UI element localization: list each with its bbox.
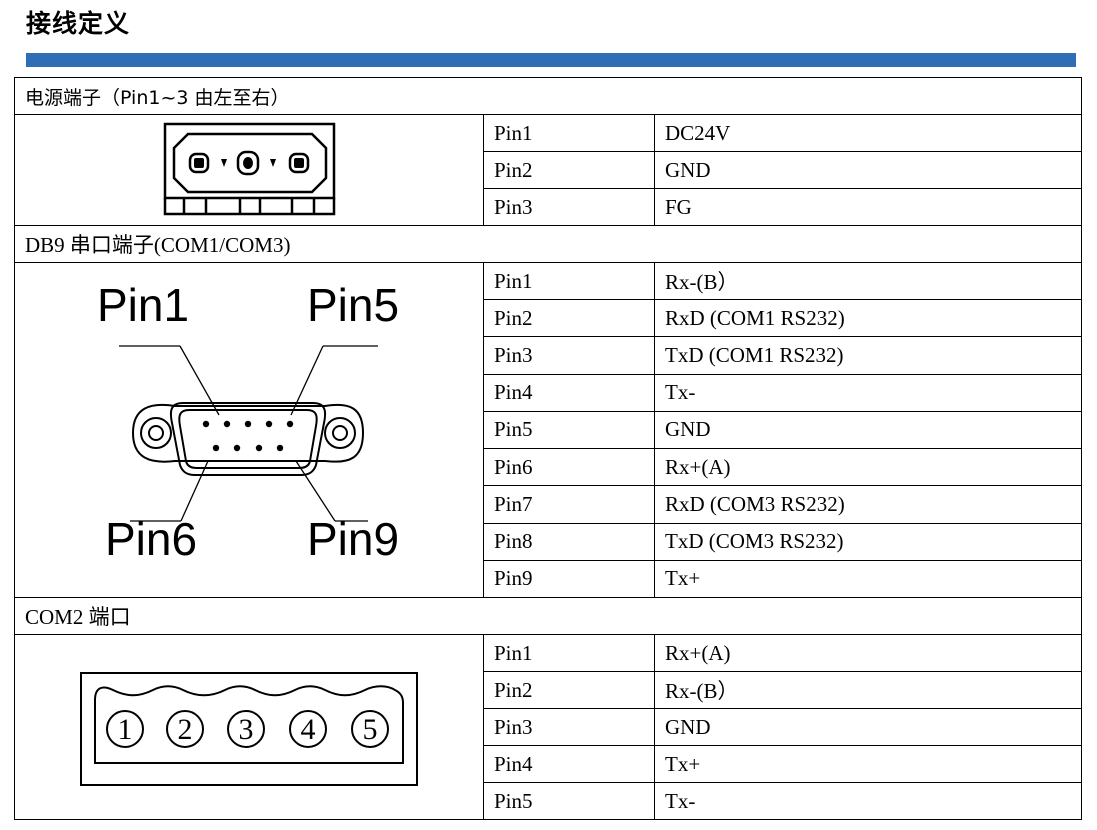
section-heading-text: COM2 端口	[25, 605, 131, 629]
db9-label-pin1: Pin1	[97, 279, 189, 331]
db9-label-pin5: Pin5	[307, 279, 399, 331]
pin-cell: Pin3	[483, 336, 655, 375]
signal-cell: DC24V	[653, 114, 1083, 152]
pin-cell: Pin1	[483, 261, 655, 301]
signal-cell: Rx+(A)	[653, 634, 1083, 672]
pin-cell: Pin1	[483, 114, 655, 152]
pin-cell: Pin5	[483, 410, 655, 450]
com2-label-1: 1	[118, 713, 133, 746]
signal-cell: GND	[653, 151, 1083, 189]
signal-cell: Rx+(A)	[653, 448, 1083, 487]
signal-cell: TxD (COM1 RS232)	[653, 336, 1083, 375]
db9-connector-icon: Pin1 Pin5 Pin6 Pin9	[97, 279, 399, 565]
table-row: Pin1 Pin5 Pin6 Pin9 Pin1 Rx-(B）	[14, 261, 1083, 598]
pin-cell: Pin5	[483, 782, 655, 820]
section-heading: 电源端子（Pin1~3 由左至右）	[13, 77, 1083, 115]
title-bar	[26, 53, 1076, 67]
section-header-db9: DB9 串口端子(COM1/COM3)	[13, 225, 1083, 263]
pin-cell: Pin4	[483, 745, 655, 783]
signal-cell: Rx-(B）	[653, 671, 1083, 709]
pin-cell: Pin2	[483, 299, 655, 338]
db9-connector-image: Pin1 Pin5 Pin6 Pin9	[14, 262, 484, 598]
pin-cell: Pin6	[483, 448, 655, 487]
signal-cell: Tx+	[653, 559, 1083, 599]
pin-cell: Pin9	[483, 559, 655, 599]
pin-cell: Pin3	[483, 188, 655, 226]
signal-cell: Tx+	[653, 745, 1083, 783]
pin-cell: Pin3	[483, 708, 655, 746]
com2-terminal-icon: 1 2 3 4 5	[80, 672, 418, 786]
com2-label-5: 5	[363, 713, 378, 746]
power-terminal-icon	[163, 122, 335, 216]
pin-cell: Pin1	[483, 634, 655, 672]
signal-cell: Rx-(B）	[653, 261, 1083, 301]
pin-cell: Pin2	[483, 671, 655, 709]
signal-cell: RxD (COM3 RS232)	[653, 485, 1083, 524]
wiring-table: 电源端子（Pin1~3 由左至右） Pin1 DC24V Pin2 GND Pi…	[13, 77, 1083, 820]
signal-cell: RxD (COM1 RS232)	[653, 299, 1083, 338]
com2-connector-image: 1 2 3 4 5	[14, 634, 484, 820]
section-heading-text: DB9 串口端子(COM1/COM3)	[25, 233, 291, 257]
section-heading-text: 电源端子（Pin1~3 由左至右）	[25, 86, 290, 109]
signal-cell: GND	[653, 410, 1083, 450]
pin-cell: Pin2	[483, 151, 655, 189]
signal-cell: FG	[653, 188, 1083, 226]
signal-cell: GND	[653, 708, 1083, 746]
pin-cell: Pin7	[483, 485, 655, 524]
table-row: 1 2 3 4 5 Pin1 Rx+(A)	[14, 634, 1083, 820]
section-header-com2: COM2 端口	[13, 597, 1083, 635]
com2-label-4: 4	[301, 713, 316, 746]
power-connector-image	[14, 114, 484, 226]
section-header-power: 电源端子（Pin1~3 由左至右）	[13, 77, 1083, 115]
pin-cell: Pin8	[483, 522, 655, 561]
signal-cell: TxD (COM3 RS232)	[653, 522, 1083, 561]
com2-label-2: 2	[178, 713, 193, 746]
com2-label-3: 3	[239, 713, 254, 746]
table-row: Pin1 DC24V	[14, 114, 1083, 226]
section-heading: DB9 串口端子(COM1/COM3)	[13, 225, 1083, 263]
signal-cell: Tx-	[653, 373, 1083, 412]
pin-cell: Pin4	[483, 373, 655, 412]
page-title: 接线定义	[26, 9, 131, 38]
signal-cell: Tx-	[653, 782, 1083, 820]
section-heading: COM2 端口	[13, 597, 1083, 635]
